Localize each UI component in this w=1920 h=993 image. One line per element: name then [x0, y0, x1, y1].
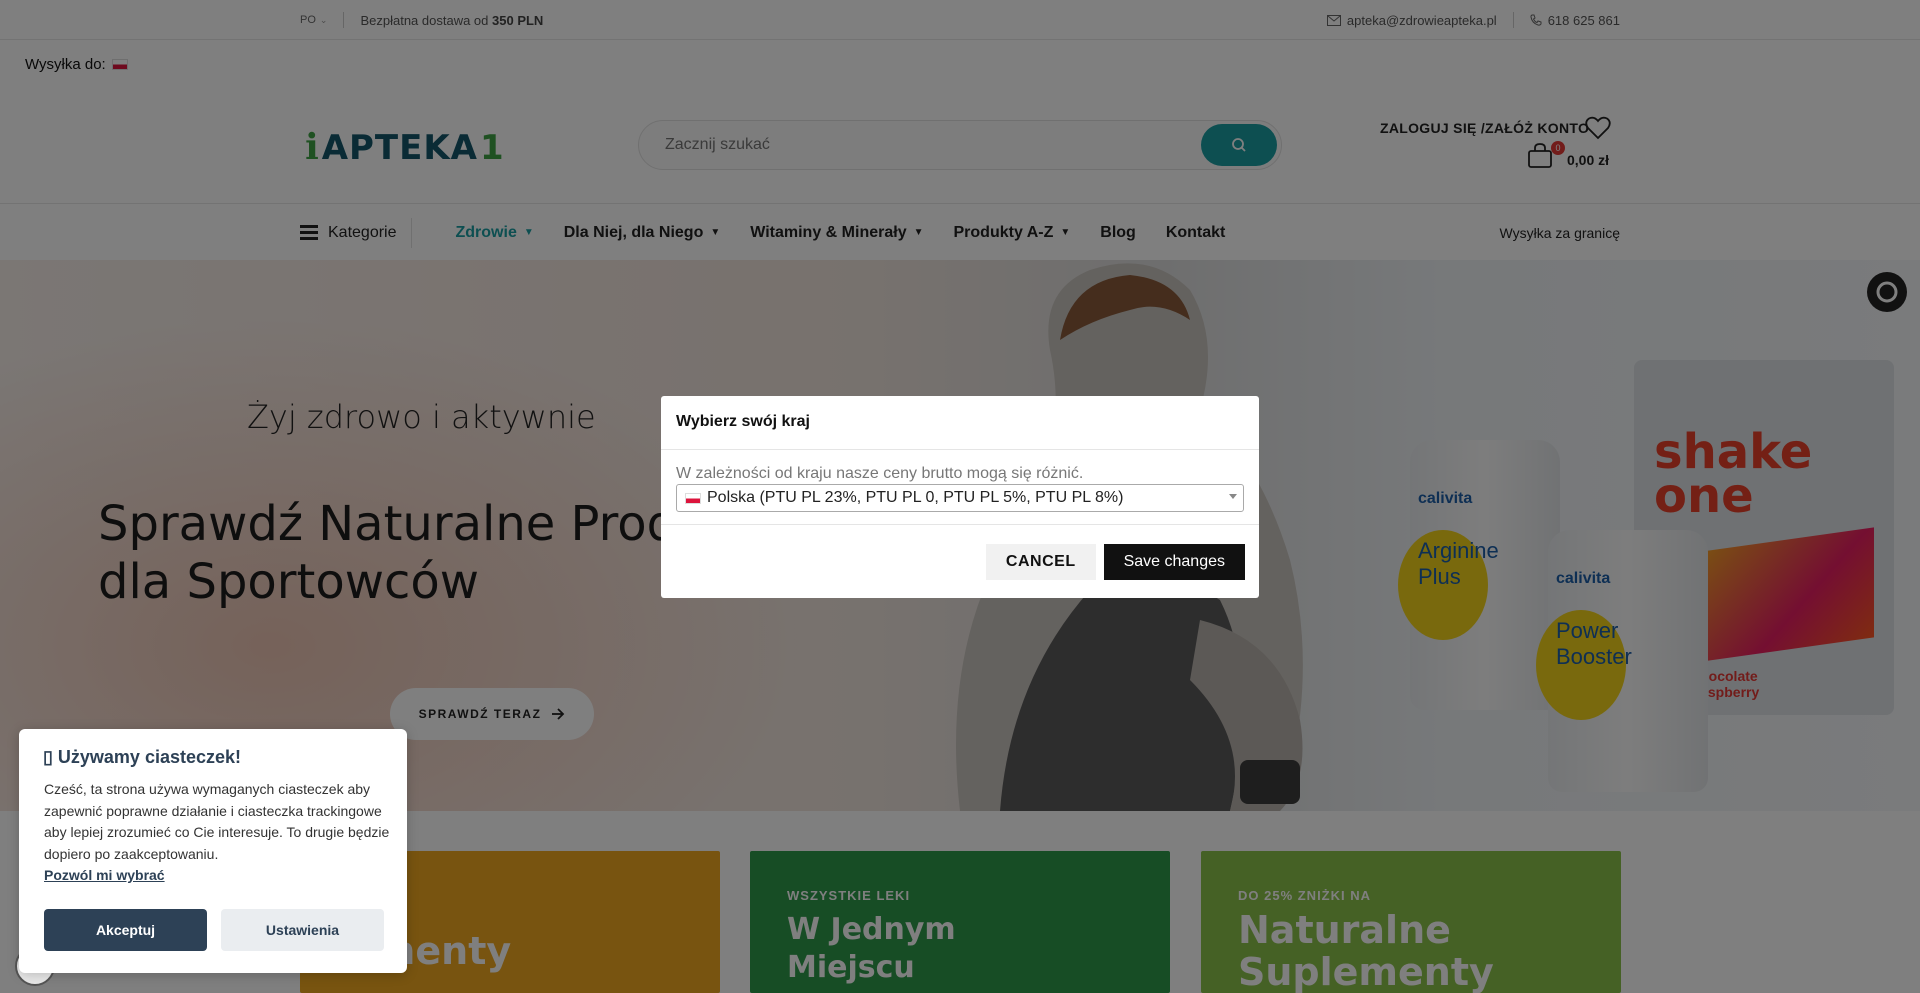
cookie-icon: ▯ [43, 747, 58, 767]
dialog-title: Wybierz swój kraj [661, 396, 1259, 450]
let-me-choose-link[interactable]: Pozwól mi wybrać [44, 867, 165, 883]
cookie-settings-button[interactable]: Ustawienia [221, 909, 384, 951]
dropdown-arrow-icon [1229, 494, 1237, 499]
country-select-dialog: Wybierz swój kraj W zależności od kraju … [661, 396, 1259, 598]
cookie-title-text: Używamy ciasteczek! [57, 747, 242, 767]
save-changes-button[interactable]: Save changes [1103, 543, 1245, 580]
accept-cookies-button[interactable]: Akceptuj [44, 909, 207, 951]
dialog-hint: W zależności od kraju nasze ceny brutto … [676, 465, 1084, 482]
cancel-button[interactable]: CANCEL [985, 543, 1096, 580]
poland-flag-icon [685, 492, 701, 504]
selected-country: Polska (PTU PL 23%, PTU PL 0, PTU PL 5%,… [707, 489, 1124, 506]
country-select[interactable]: Polska (PTU PL 23%, PTU PL 0, PTU PL 5%,… [676, 484, 1244, 512]
cookie-body-text: Cześć, ta strona używa wymaganych ciaste… [44, 781, 390, 862]
cookie-consent-banner: ▯ Używamy ciasteczek! Cześć, ta strona u… [19, 729, 407, 973]
cookie-title: ▯ Używamy ciasteczek! [43, 747, 241, 768]
cookie-body: Cześć, ta strona używa wymaganych ciaste… [44, 779, 394, 887]
